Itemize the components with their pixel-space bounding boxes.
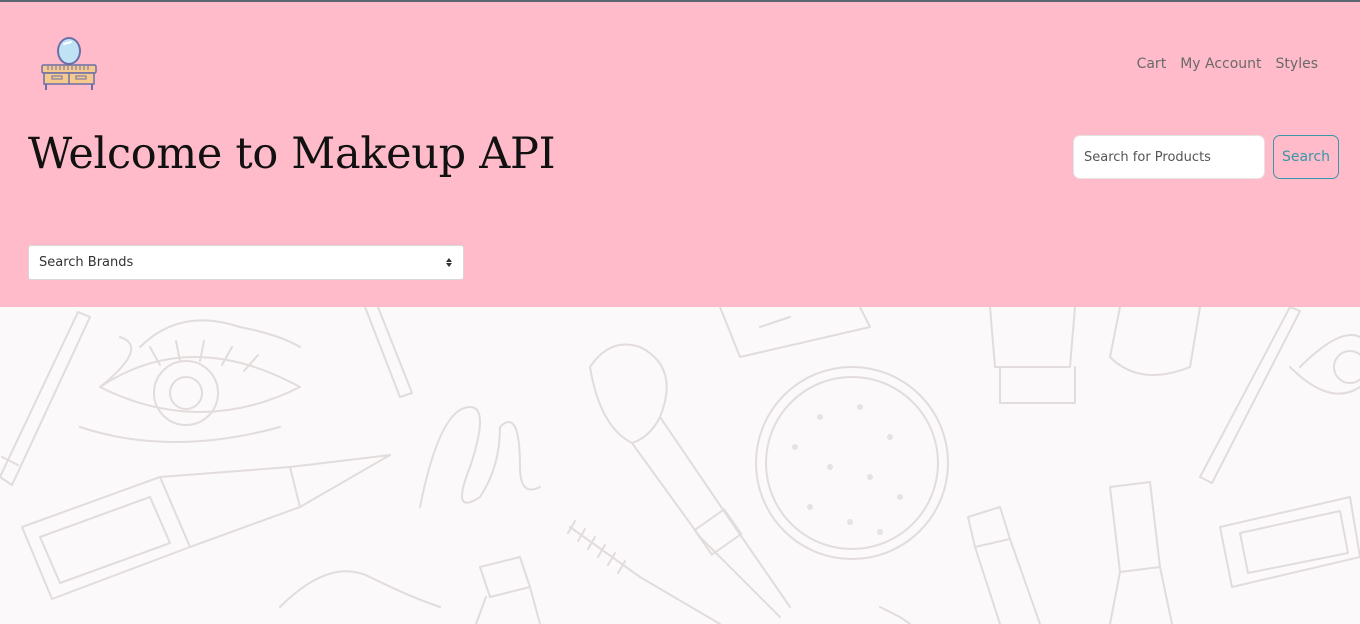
brand-select-value: Search Brands — [39, 255, 134, 270]
lipstick-icon — [1219, 496, 1360, 588]
nail-polish-icon — [989, 307, 1201, 404]
pencil-icon — [1199, 307, 1301, 484]
nav-cart-link[interactable]: Cart — [1137, 54, 1167, 74]
powder-compact-icon — [755, 366, 949, 560]
eyeliner-pen-icon — [21, 454, 391, 600]
nail-polish-icon — [967, 481, 1173, 624]
mascara-wand-icon — [567, 520, 721, 624]
nav-styles-link[interactable]: Styles — [1276, 54, 1318, 74]
page-title: Welcome to Makeup API — [28, 129, 556, 179]
nail-polish-icon — [475, 556, 911, 624]
makeup-pattern-background — [0, 307, 1360, 624]
nav-my-account-link[interactable]: My Account — [1180, 54, 1261, 74]
select-arrows-icon — [445, 258, 453, 267]
brand-select-dropdown[interactable]: Search Brands — [28, 245, 464, 280]
pencil-icon — [364, 307, 413, 398]
eye-icon — [79, 319, 301, 443]
vanity-mirror-icon[interactable] — [38, 32, 102, 96]
swatch-smear — [279, 406, 541, 608]
makeup-brush-icon — [589, 343, 791, 618]
palette-icon — [719, 307, 871, 358]
page-header: Cart My Account Styles Welcome to Makeup… — [0, 2, 1360, 307]
pencil-icon — [0, 311, 91, 486]
search-button[interactable]: Search — [1273, 135, 1339, 179]
eye-icon — [1289, 334, 1360, 395]
main-nav: Cart My Account Styles — [1137, 54, 1318, 74]
product-search-input[interactable] — [1073, 135, 1265, 179]
